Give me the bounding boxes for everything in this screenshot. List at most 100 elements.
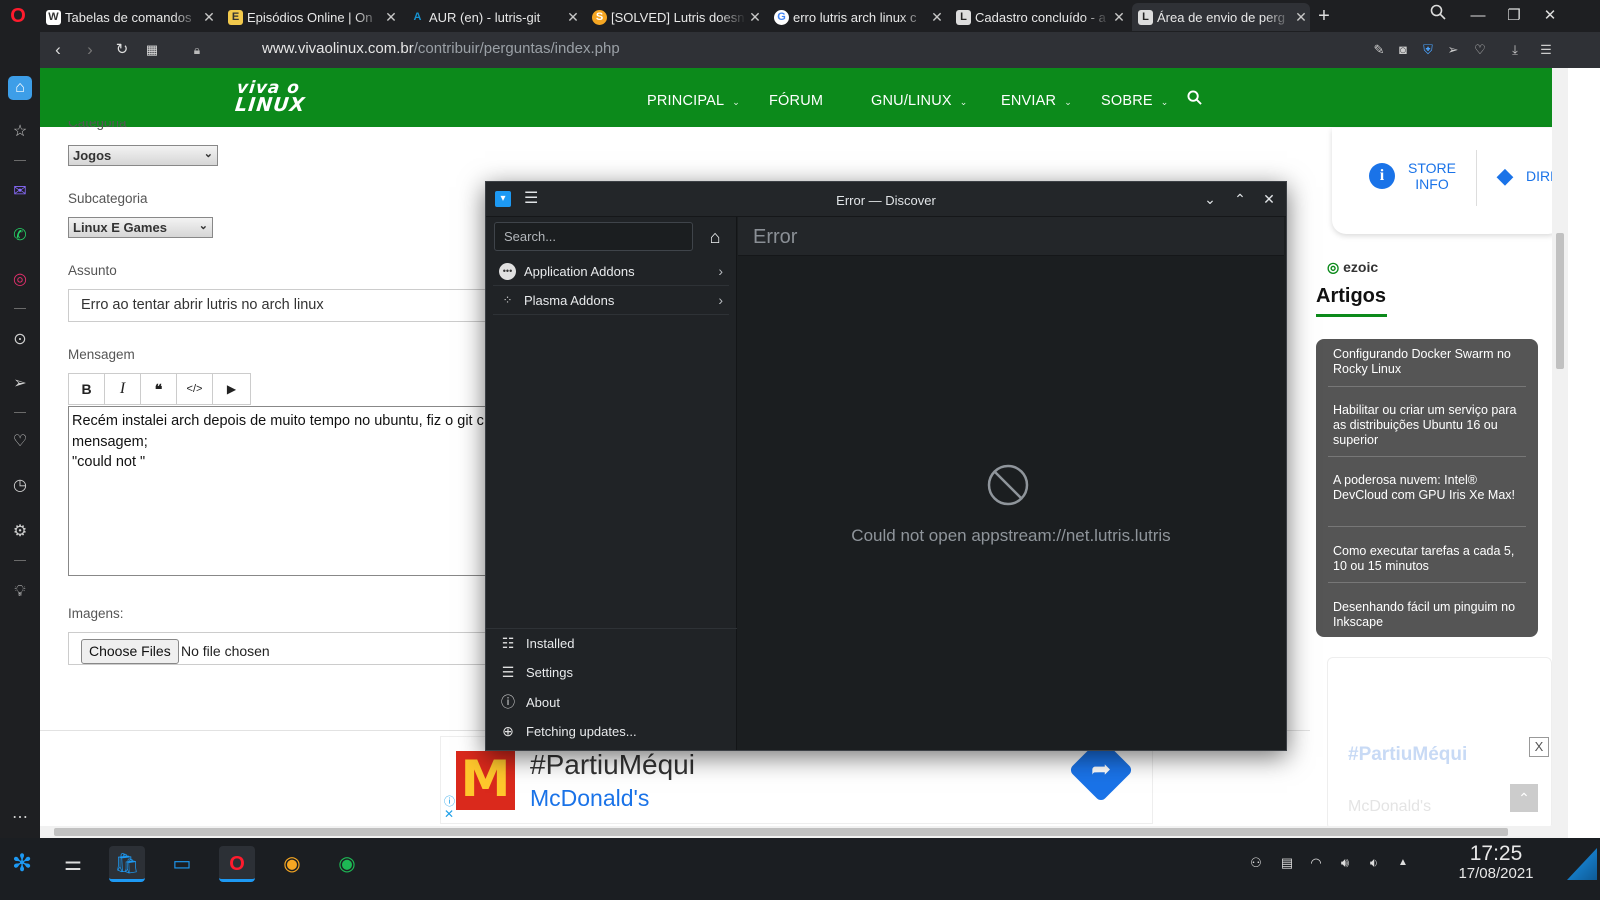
browser-tab[interactable]: E Episódios Online | On ✕ xyxy=(222,3,400,31)
browser-tab-active[interactable]: L Área de envio de perg ✕ xyxy=(1132,3,1310,31)
scrollbar-thumb[interactable] xyxy=(1556,233,1564,369)
messenger-icon[interactable]: ✉ xyxy=(8,180,32,204)
nav-settings[interactable]: ☰ Settings xyxy=(499,658,573,687)
maximize-chevron-icon[interactable]: ⌃ xyxy=(1231,190,1249,208)
discord-icon[interactable]: ◉ xyxy=(274,846,310,882)
video-button[interactable]: ▶ xyxy=(212,373,251,405)
category-plasma-addons[interactable]: ⁘ Plasma Addons › xyxy=(493,286,729,315)
site-search-icon[interactable] xyxy=(1187,90,1202,109)
new-tab-plus-icon[interactable]: + xyxy=(1312,4,1336,28)
minimize-chevron-icon[interactable]: ⌄ xyxy=(1201,190,1219,208)
app-launcher-icon[interactable]: ✻ xyxy=(4,846,40,882)
tabs-grid-icon[interactable]: ▦ xyxy=(140,38,164,62)
info-icon[interactable]: i xyxy=(1369,163,1395,189)
forward-arrow-icon[interactable]: › xyxy=(78,38,102,62)
browser-tab[interactable]: L Cadastro concluído - a ✕ xyxy=(950,3,1128,31)
easy-setup-icon[interactable]: ☰ xyxy=(1536,40,1556,60)
tips-lightbulb-icon[interactable]: 💡︎ xyxy=(8,580,32,604)
send-flow-icon[interactable]: ➢ xyxy=(1443,40,1463,60)
browser-tab[interactable]: G erro lutris arch linux c ✕ xyxy=(768,3,946,31)
tab-close-icon[interactable]: ✕ xyxy=(564,9,582,26)
tab-search-icon[interactable] xyxy=(1426,4,1450,28)
minimize-icon[interactable]: — xyxy=(1466,4,1490,28)
subcategoria-select[interactable]: Linux E Games ⌄ xyxy=(68,217,213,238)
bookmarks-star-icon[interactable]: ☆ xyxy=(8,120,32,144)
reload-icon[interactable]: ↻ xyxy=(110,38,134,62)
clipboard-icon[interactable]: ▤ xyxy=(1278,854,1296,872)
settings-gear-icon[interactable]: ⚙ xyxy=(8,520,32,544)
artigo-link[interactable]: A poderosa nuvem: Intel® DevCloud com GP… xyxy=(1333,473,1523,503)
ad-dismiss-icon[interactable]: ✕ xyxy=(444,807,454,821)
home-icon[interactable]: ⌂ xyxy=(704,227,726,249)
wifi-icon[interactable]: ◠ xyxy=(1307,854,1325,872)
show-desktop-icon[interactable] xyxy=(1567,848,1597,880)
nav-installed[interactable]: ☷ Installed xyxy=(499,629,575,658)
restore-icon[interactable]: ❐ xyxy=(1502,4,1526,28)
assunto-input[interactable]: Erro ao tentar abrir lutris no arch linu… xyxy=(68,289,498,322)
sidebar-more-icon[interactable]: ⋯ xyxy=(8,806,32,830)
whatsapp-icon[interactable]: ✆ xyxy=(8,224,32,248)
discover-task-icon[interactable]: 🛍︎ xyxy=(109,846,145,882)
quote-button[interactable]: ❝ xyxy=(140,373,176,405)
mensagem-textarea[interactable]: Recém instalei arch depois de muito temp… xyxy=(68,406,498,576)
bold-button[interactable]: B xyxy=(68,373,104,405)
ezoic-badge[interactable]: ◎ ezoic xyxy=(1327,259,1378,276)
edit-page-icon[interactable]: ✎ xyxy=(1369,40,1389,60)
scrollbar-thumb[interactable] xyxy=(54,828,1508,836)
tray-expand-icon[interactable]: ▲ xyxy=(1394,854,1412,872)
choose-files-button[interactable]: Choose Files xyxy=(81,639,179,664)
discover-titlebar[interactable]: ▾ ☰ Error — Discover ⌄ ⌃ ✕ xyxy=(486,182,1286,217)
nav-forum[interactable]: FÓRUM xyxy=(769,93,823,109)
nav-principal[interactable]: PRINCIPAL ⌄ xyxy=(647,93,740,109)
horizontal-scrollbar[interactable] xyxy=(40,826,1552,838)
clock-time[interactable]: 17:25 xyxy=(1446,842,1546,866)
italic-button[interactable]: I xyxy=(104,373,140,405)
browser-tab[interactable]: A AUR (en) - lutris-git ✕ xyxy=(404,3,582,31)
vertical-scrollbar[interactable] xyxy=(1552,68,1568,838)
bookmark-heart-icon[interactable]: ♡ xyxy=(1470,40,1490,60)
tab-close-icon[interactable]: ✕ xyxy=(928,9,946,26)
site-logo[interactable]: viva o LINUX xyxy=(234,78,308,116)
history-clock-icon[interactable]: ◷ xyxy=(8,474,32,498)
categoria-select[interactable]: Jogos ⌄ xyxy=(68,145,218,166)
user-switch-icon[interactable]: ⚇ xyxy=(1247,854,1265,872)
speed-dial-home-icon[interactable]: ⌂ xyxy=(8,76,32,100)
clock-date[interactable]: 17/08/2021 xyxy=(1446,865,1546,882)
artigo-link[interactable]: Configurando Docker Swarm no Rocky Linux xyxy=(1333,347,1523,377)
store-info-link[interactable]: STORE INFO xyxy=(1402,160,1462,192)
artigo-link[interactable]: Como executar tarefas a cada 5, 10 ou 15… xyxy=(1333,544,1523,574)
opera-logo-icon[interactable]: O xyxy=(6,5,30,27)
opera-task-icon[interactable]: O xyxy=(219,846,255,882)
spotify-icon[interactable]: ◉ xyxy=(329,846,365,882)
snapshot-camera-icon[interactable]: ◙ xyxy=(1393,40,1413,60)
back-to-top-icon[interactable]: ⌃ xyxy=(1510,784,1538,812)
nav-about[interactable]: ⓘ About xyxy=(499,688,560,717)
tab-close-icon[interactable]: ✕ xyxy=(746,9,764,26)
file-manager-icon[interactable]: ▭ xyxy=(164,846,200,882)
system-settings-icon[interactable]: ⚌ xyxy=(55,846,91,882)
tab-close-icon[interactable]: ✕ xyxy=(1110,9,1128,26)
download-icon[interactable]: ⤓ xyxy=(1505,40,1525,60)
artigo-link[interactable]: Desenhando fácil um pinguim no Inkscape xyxy=(1333,600,1523,630)
directions-link[interactable]: DIREC xyxy=(1526,168,1552,184)
code-button[interactable]: </> xyxy=(176,373,212,405)
instagram-icon[interactable]: ◎ xyxy=(8,268,32,292)
tab-close-icon[interactable]: ✕ xyxy=(382,9,400,26)
nav-gnu-linux[interactable]: GNU/LINUX ⌄ xyxy=(871,93,968,109)
close-window-icon[interactable]: ✕ xyxy=(1538,4,1562,28)
flow-send-icon[interactable]: ➢ xyxy=(8,372,32,396)
back-arrow-icon[interactable]: ‹ xyxy=(46,38,70,62)
tab-close-icon[interactable]: ✕ xyxy=(1292,9,1310,26)
close-x-icon[interactable]: ✕ xyxy=(1260,190,1278,208)
personal-news-heart-icon[interactable]: ♡ xyxy=(8,430,32,454)
tab-close-icon[interactable]: ✕ xyxy=(200,9,218,26)
category-application-addons[interactable]: ••• Application Addons › xyxy=(493,257,729,286)
nav-fetching-updates[interactable]: ⊕ Fetching updates... xyxy=(499,717,636,746)
volume-icon[interactable]: 🔊︎ xyxy=(1336,854,1354,872)
url-field[interactable]: www.vivaolinux.com.br/contribuir/pergunt… xyxy=(262,40,620,57)
nav-sobre[interactable]: SOBRE ⌄ xyxy=(1101,93,1169,109)
discover-search-input[interactable]: Search... xyxy=(494,222,693,251)
directions-icon[interactable]: ◆ xyxy=(1492,163,1518,189)
nav-enviar[interactable]: ENVIAR ⌄ xyxy=(1001,93,1072,109)
player-icon[interactable]: ⊙ xyxy=(8,328,32,352)
